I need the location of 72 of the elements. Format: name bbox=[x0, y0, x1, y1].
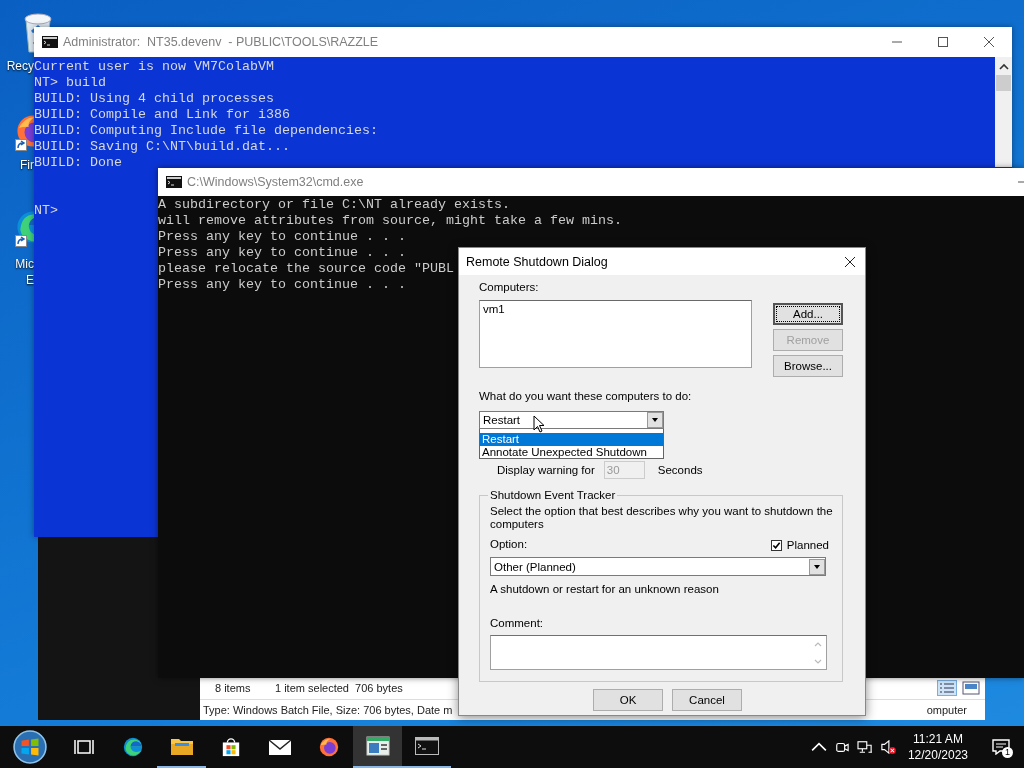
icon-label[interactable]: Fir bbox=[20, 157, 34, 173]
chevron-up-icon[interactable] bbox=[811, 740, 828, 754]
console-line: Current user is now VM7ColabVM bbox=[34, 59, 274, 75]
action-dropdown[interactable]: Restart bbox=[479, 411, 664, 429]
icon-label[interactable]: Mic bbox=[15, 256, 34, 272]
checkmark-icon bbox=[771, 540, 781, 550]
field-label: What do you want these computers to do: bbox=[479, 390, 693, 403]
details-view-icon[interactable] bbox=[937, 680, 957, 696]
description-text: Select the option that best describes why you want to shutdown the computers bbox=[490, 505, 833, 531]
console-line: Press any key to continue . . . bbox=[158, 277, 406, 293]
computer-list[interactable]: vm1 bbox=[479, 300, 752, 368]
terminal-icon bbox=[166, 176, 182, 188]
dialog-button[interactable]: Browse... bbox=[773, 355, 843, 377]
dialog-title: Remote Shutdown Dialog bbox=[466, 254, 608, 269]
field-label: Computers: bbox=[479, 281, 540, 294]
console-line: BUILD: Computing Include file dependencies: bbox=[34, 123, 378, 139]
dropdown-option[interactable]: Restart bbox=[480, 433, 663, 446]
terminal-icon bbox=[42, 36, 58, 48]
console-line: Press any key to continue . . . bbox=[158, 245, 406, 261]
console-line: A subdirectory or file C:\NT already exists. bbox=[158, 197, 510, 213]
option-dropdown[interactable]: Other (Planned) bbox=[490, 557, 826, 576]
console-line: BUILD: Compile and Link for i386 bbox=[34, 107, 290, 123]
notification-count: 1 bbox=[1002, 747, 1013, 758]
volume-muted-icon[interactable] bbox=[880, 740, 897, 754]
console-line: Press any key to continue . . . bbox=[158, 229, 406, 245]
unit-label: Seconds bbox=[657, 464, 703, 476]
console-line: please relocate the source code "PUBL bbox=[158, 261, 454, 277]
dropdown-option[interactable]: Annotate Unexpected Shutdown bbox=[480, 446, 663, 458]
window-title: Administrator: NT35.devenv - PUBLIC\TOOLS\RAZZLE bbox=[63, 35, 380, 49]
group-title: Shutdown Event Tracker bbox=[489, 489, 617, 501]
terminal-icon bbox=[414, 736, 439, 756]
task-view-icon bbox=[71, 737, 96, 757]
console-line: will remove attributes from source, might take a few mins. bbox=[158, 213, 622, 229]
speech-bubble-icon bbox=[992, 739, 1010, 755]
console-line: NT> build bbox=[34, 75, 106, 91]
status-text: Type: Windows Batch File, Size: 706 bytes, Date m bbox=[203, 704, 453, 716]
scrollbar-thumb[interactable] bbox=[996, 75, 1011, 91]
close-icon[interactable] bbox=[844, 255, 856, 268]
taskbar-button[interactable] bbox=[353, 726, 402, 768]
checkbox-label[interactable]: Planned bbox=[786, 539, 829, 551]
checkbox[interactable] bbox=[770, 539, 782, 551]
icon-label[interactable]: E bbox=[26, 272, 34, 288]
clock[interactable]: 11:21 AM 12/20/2023 bbox=[907, 731, 968, 763]
status-text: 8 items bbox=[215, 682, 252, 694]
scrollbar[interactable] bbox=[995, 57, 1012, 167]
comment-field[interactable] bbox=[490, 635, 827, 670]
console-line: BUILD: Done bbox=[34, 155, 122, 171]
description-text: A shutdown or restart for an unknown reason bbox=[490, 583, 720, 596]
list-item[interactable]: vm1 bbox=[483, 303, 748, 315]
field-label: Comment: bbox=[490, 617, 545, 630]
field-label: Display warning for bbox=[497, 464, 595, 476]
windows-logo-icon bbox=[12, 730, 47, 764]
dialog-button[interactable]: Add... bbox=[773, 303, 843, 325]
field-label: Option: bbox=[490, 538, 528, 551]
envelope-icon bbox=[267, 737, 292, 757]
console-line: BUILD: Saving C:\NT\build.dat... bbox=[34, 139, 290, 155]
console-line: BUILD: Using 4 child processes bbox=[34, 91, 274, 107]
dialog-button[interactable]: Cancel bbox=[672, 689, 742, 711]
shortcut-arrow-icon bbox=[15, 235, 27, 247]
folder-icon bbox=[169, 736, 194, 756]
status-text: 1 item selected 706 bytes bbox=[275, 682, 404, 694]
camera-icon[interactable] bbox=[834, 740, 851, 754]
notification-button[interactable]: 1 bbox=[978, 726, 1024, 768]
icon-label[interactable]: Recy bbox=[6, 58, 34, 74]
window-icon bbox=[365, 736, 390, 756]
network-icon[interactable] bbox=[857, 740, 874, 754]
status-text: omputer bbox=[926, 704, 967, 716]
console-prompt: NT> bbox=[34, 203, 58, 219]
window-title: C:\Windows\System32\cmd.exe bbox=[187, 175, 365, 189]
dialog-button[interactable]: OK bbox=[593, 689, 663, 711]
thumbnail-view-icon[interactable] bbox=[961, 680, 981, 696]
shortcut-arrow-icon bbox=[15, 139, 27, 151]
